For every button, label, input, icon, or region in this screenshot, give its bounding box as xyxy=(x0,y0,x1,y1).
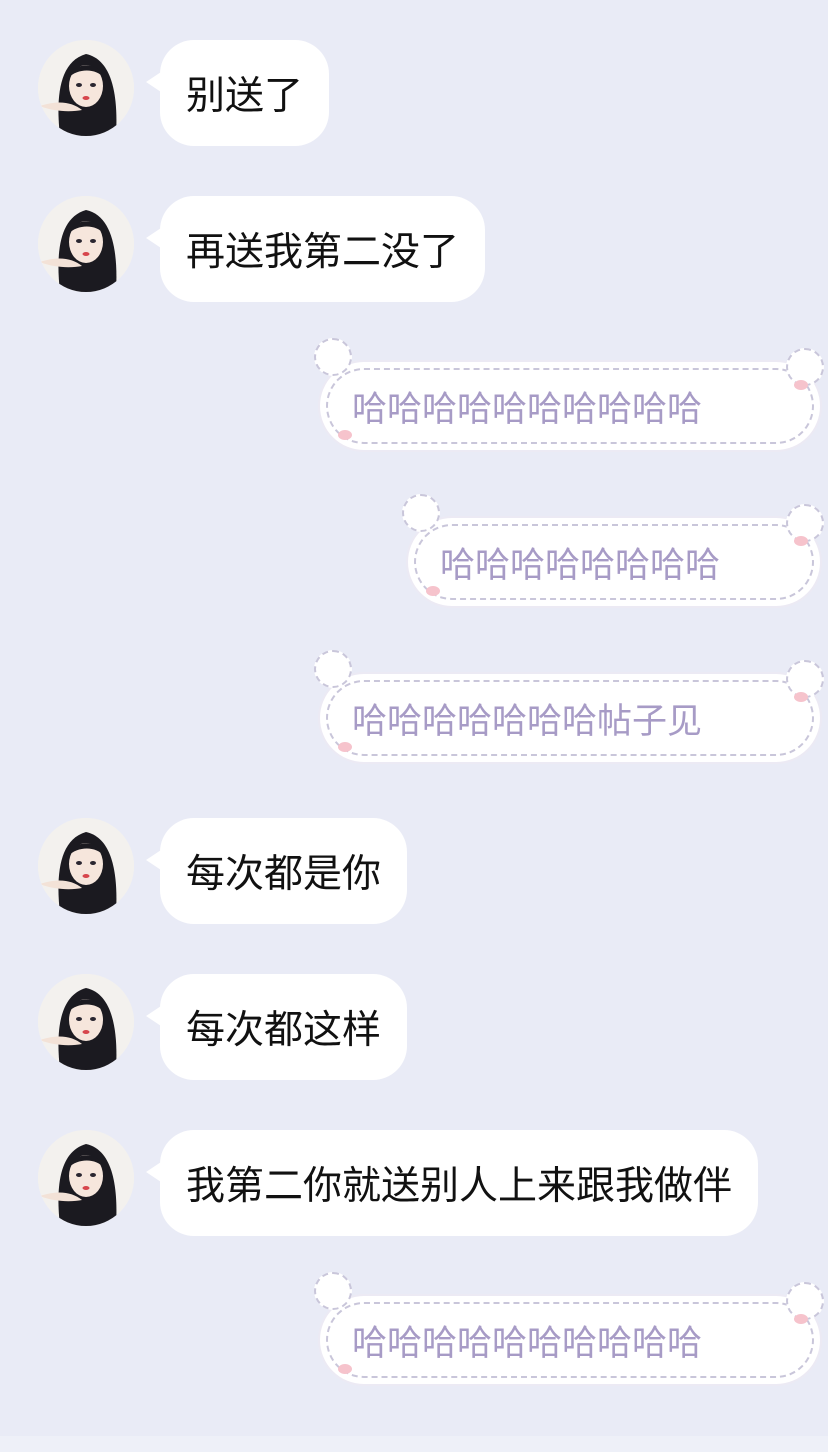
cat-cheek-icon xyxy=(426,586,440,596)
message-bubble-outgoing[interactable]: 哈哈哈哈哈哈哈哈哈哈 xyxy=(314,1272,824,1384)
anime-girl-avatar-icon xyxy=(38,818,134,914)
cat-cheek-icon xyxy=(794,536,808,546)
message-row-incoming: 我第二你就送别人上来跟我做伴 xyxy=(0,1130,828,1236)
message-bubble[interactable]: 再送我第二没了 xyxy=(145,196,486,302)
message-bubble[interactable]: 我第二你就送别人上来跟我做伴 xyxy=(145,1130,759,1236)
cat-cheek-icon xyxy=(794,1314,808,1324)
message-bubble-outgoing[interactable]: 哈哈哈哈哈哈哈哈哈哈 xyxy=(314,338,824,450)
avatar[interactable] xyxy=(38,196,134,292)
cat-cheek-icon xyxy=(338,742,352,752)
cat-cheek-icon xyxy=(794,380,808,390)
message-row-incoming: 每次都是你 xyxy=(0,818,828,924)
anime-girl-avatar-icon xyxy=(38,1130,134,1226)
avatar[interactable] xyxy=(38,818,134,914)
message-text: 别送了 xyxy=(186,74,304,119)
chat-window: 别送了 再送我第二没了 哈哈哈哈哈哈哈哈哈哈 哈哈哈哈哈哈哈哈 哈哈哈哈哈哈哈帖… xyxy=(0,0,828,1452)
message-text: 哈哈哈哈哈哈哈帖子见 xyxy=(352,701,703,742)
message-text: 哈哈哈哈哈哈哈哈 xyxy=(440,545,721,586)
avatar[interactable] xyxy=(38,1130,134,1226)
bottom-edge xyxy=(0,1436,828,1452)
message-text: 我第二你就送别人上来跟我做伴 xyxy=(186,1164,733,1209)
message-text: 每次都是你 xyxy=(186,852,382,897)
message-text: 每次都这样 xyxy=(186,1008,382,1053)
message-row-incoming: 每次都这样 xyxy=(0,974,828,1080)
message-row-incoming: 别送了 xyxy=(0,40,828,146)
anime-girl-avatar-icon xyxy=(38,40,134,136)
message-text: 哈哈哈哈哈哈哈哈哈哈 xyxy=(352,389,703,430)
cat-ear-icon xyxy=(314,1272,352,1310)
message-bubble[interactable]: 每次都是你 xyxy=(145,818,408,924)
cat-cheek-icon xyxy=(794,692,808,702)
cat-ear-icon xyxy=(314,650,352,688)
message-row-incoming: 再送我第二没了 xyxy=(0,196,828,302)
cat-ear-icon xyxy=(402,494,440,532)
anime-girl-avatar-icon xyxy=(38,974,134,1070)
message-bubble-outgoing[interactable]: 哈哈哈哈哈哈哈帖子见 xyxy=(314,650,824,762)
cat-ear-icon xyxy=(314,338,352,376)
message-bubble[interactable]: 别送了 xyxy=(145,40,330,146)
message-bubble-outgoing[interactable]: 哈哈哈哈哈哈哈哈 xyxy=(402,494,824,606)
message-text: 再送我第二没了 xyxy=(186,230,460,275)
avatar[interactable] xyxy=(38,40,134,136)
avatar[interactable] xyxy=(38,974,134,1070)
message-text: 哈哈哈哈哈哈哈哈哈哈 xyxy=(352,1323,703,1364)
message-bubble[interactable]: 每次都这样 xyxy=(145,974,408,1080)
anime-girl-avatar-icon xyxy=(38,196,134,292)
cat-cheek-icon xyxy=(338,430,352,440)
cat-cheek-icon xyxy=(338,1364,352,1374)
